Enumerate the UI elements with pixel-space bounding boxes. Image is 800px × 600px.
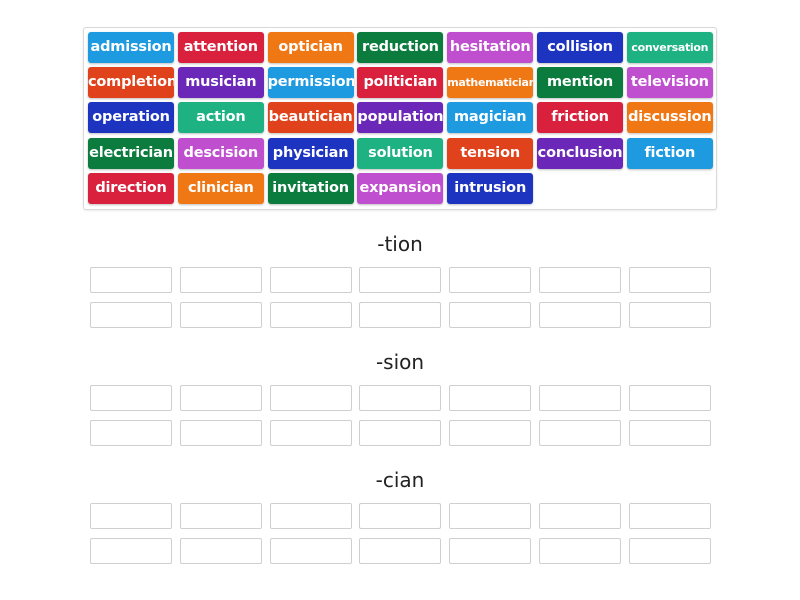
word-tile[interactable]: magician [447,102,534,134]
word-tile[interactable]: action [177,102,264,134]
word-tile[interactable]: conclusion [537,137,623,169]
word-tile[interactable]: expansion [357,172,444,204]
drop-slot[interactable] [90,267,172,293]
word-tile[interactable]: musician [177,67,264,99]
word-tile[interactable]: operation [88,102,174,134]
word-tile[interactable]: physician [267,137,354,169]
drop-slot[interactable] [90,538,172,564]
drop-slot[interactable] [90,385,172,411]
word-tile[interactable]: optician [267,32,354,63]
word-tile[interactable]: tension [447,137,534,169]
drop-slot[interactable] [449,302,532,328]
drop-slot[interactable] [179,267,262,293]
drop-slot[interactable] [359,267,442,293]
word-tile[interactable]: intrusion [447,172,534,204]
category-title: -tion [377,232,423,256]
drop-slot[interactable] [179,385,262,411]
drop-slot[interactable] [539,420,621,446]
drop-slot[interactable] [449,538,532,564]
drop-slot[interactable] [269,420,352,446]
word-tile[interactable]: hesitation [447,32,534,63]
word-tile[interactable]: fiction [626,137,713,169]
drop-slot[interactable] [628,538,711,564]
word-tile[interactable]: collision [537,32,623,63]
word-tile[interactable]: solution [357,137,444,169]
drop-slot[interactable] [539,538,621,564]
word-tile[interactable]: completion [88,67,174,99]
word-tile[interactable]: electrician [88,137,174,169]
drop-slot[interactable] [269,538,352,564]
category-title: -sion [375,350,425,374]
drop-slot[interactable] [359,385,442,411]
word-tile[interactable]: conversation [626,32,713,63]
word-tile[interactable]: mention [537,67,623,99]
drop-slot[interactable] [628,267,711,293]
drop-slot[interactable] [359,503,442,529]
drop-slot[interactable] [179,302,262,328]
word-tile[interactable]: discussion [626,102,713,134]
word-bank: admission attention optician reduction hesit… [83,27,717,210]
word-tile[interactable]: permission [267,67,354,99]
word-tile[interactable]: invitation [267,172,354,204]
drop-slot[interactable] [359,302,442,328]
drop-slot[interactable] [90,302,172,328]
drop-slot[interactable] [449,420,532,446]
word-tile[interactable]: admission [88,32,174,63]
drop-slot[interactable] [269,302,352,328]
word-tile[interactable]: politician [357,67,444,99]
drop-slot[interactable] [628,385,711,411]
drop-slot[interactable] [449,385,532,411]
word-tile[interactable]: direction [88,172,174,204]
word-tile[interactable]: attention [177,32,264,63]
word-tile[interactable]: population [357,102,444,134]
drop-slot[interactable] [179,420,262,446]
word-tile[interactable]: television [626,67,713,99]
word-tile[interactable]: friction [537,102,623,134]
drop-slot[interactable] [539,267,621,293]
drop-slot[interactable] [269,385,352,411]
word-tile[interactable]: beautician [267,102,354,134]
category-title: -cian [375,468,425,492]
drop-slot[interactable] [269,267,352,293]
word-tile[interactable]: mathematician [447,67,534,99]
drop-slot[interactable] [359,538,442,564]
drop-slot[interactable] [628,503,711,529]
word-tile[interactable]: descision [177,137,264,169]
drop-slot[interactable] [90,420,172,446]
drop-slot[interactable] [359,420,442,446]
drop-slot[interactable] [90,503,172,529]
drop-slot[interactable] [539,302,621,328]
drop-slot[interactable] [179,538,262,564]
word-tile[interactable]: clinician [177,172,264,204]
word-tile[interactable]: reduction [357,32,444,63]
drop-slot[interactable] [269,503,352,529]
drop-slot[interactable] [539,385,621,411]
drop-slot[interactable] [628,420,711,446]
drop-slot[interactable] [628,302,711,328]
drop-slot[interactable] [179,503,262,529]
drop-slot[interactable] [449,267,532,293]
drop-slot[interactable] [449,503,532,529]
drop-slot[interactable] [539,503,621,529]
